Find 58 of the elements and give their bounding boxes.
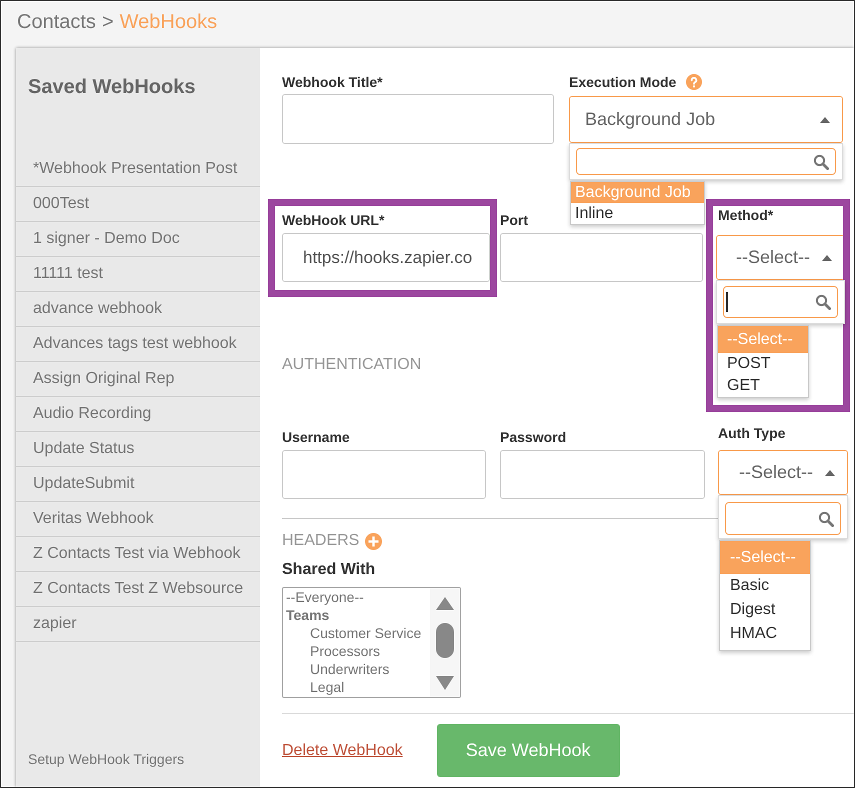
breadcrumb-link[interactable]: Contacts [17,10,96,34]
help-icon[interactable] [686,74,702,90]
search-field[interactable] [725,502,841,535]
text-cursor [726,292,728,312]
list-option[interactable]: --Everyone-- [286,588,364,606]
url-field[interactable]: https://hooks.zapier.co [282,233,490,282]
section-heading: AUTHENTICATION [282,355,422,375]
list-option[interactable]: Underwriters [310,660,390,678]
setup-triggers-link[interactable]: Setup WebHook Triggers [28,751,184,768]
scroll-up-icon[interactable] [436,597,454,610]
delete-link[interactable]: Delete WebHook [282,741,403,760]
dropdown-option[interactable]: --Select-- [720,541,810,574]
port-field[interactable] [500,233,703,282]
select-dropdown[interactable]: Background Job [569,96,843,143]
select-dropdown[interactable]: --Select-- [716,235,845,280]
password-field[interactable] [500,450,705,499]
search-field[interactable] [723,286,838,318]
caret-up-icon[interactable] [820,116,830,122]
select-dropdown[interactable]: --Select-- [718,450,848,495]
breadcrumb-current: WebHooks [120,10,218,34]
search-icon [818,510,834,526]
title-field[interactable] [282,94,554,144]
scrollbar-track[interactable] [430,588,460,697]
save-button[interactable]: Save WebHook [436,724,620,777]
search-icon [813,154,829,170]
search-field[interactable] [576,148,836,175]
dropdown-option[interactable]: GET [718,375,808,397]
dropdown-option[interactable]: POST [718,353,808,375]
sidebar-title: Saved WebHooks [27,75,196,99]
list-option[interactable]: Customer Service [310,624,422,642]
field-label: Auth Type [718,425,786,441]
list-option[interactable]: Processors [310,642,380,660]
dropdown-option[interactable]: Background Job [571,182,704,203]
add-icon[interactable] [365,532,382,550]
username-field[interactable] [282,450,486,499]
field-label: Shared With [282,560,376,579]
field-label: Username [282,429,350,445]
field-label: Webhook Title* [282,74,383,90]
field-label: Port [500,212,528,228]
scroll-down-icon[interactable] [436,676,454,690]
field-label: WebHook URL* [282,212,384,228]
search-icon [815,294,831,310]
dropdown-option[interactable]: Digest [720,598,810,622]
field-label: Method* [718,207,774,223]
breadcrumb-separator: > [102,10,114,34]
caret-up-icon[interactable] [822,254,832,260]
field-label: Password [500,429,566,445]
option-group-label: Teams [286,606,330,624]
caret-up-icon[interactable] [825,470,835,476]
list-option[interactable]: Legal [310,678,344,696]
dropdown-option[interactable]: --Select-- [718,326,808,353]
shared-with-listbox[interactable]: --Everyone-- Teams Customer Service Processors Underwriters Legal [282,587,461,698]
dropdown-option[interactable]: HMAC [720,622,810,646]
field-label: Execution Mode [569,74,676,90]
section-heading: HEADERS [282,531,360,551]
dropdown-option[interactable]: Inline [571,203,704,224]
dropdown-option[interactable]: Basic [720,574,810,598]
scrollbar-thumb[interactable] [436,623,454,658]
